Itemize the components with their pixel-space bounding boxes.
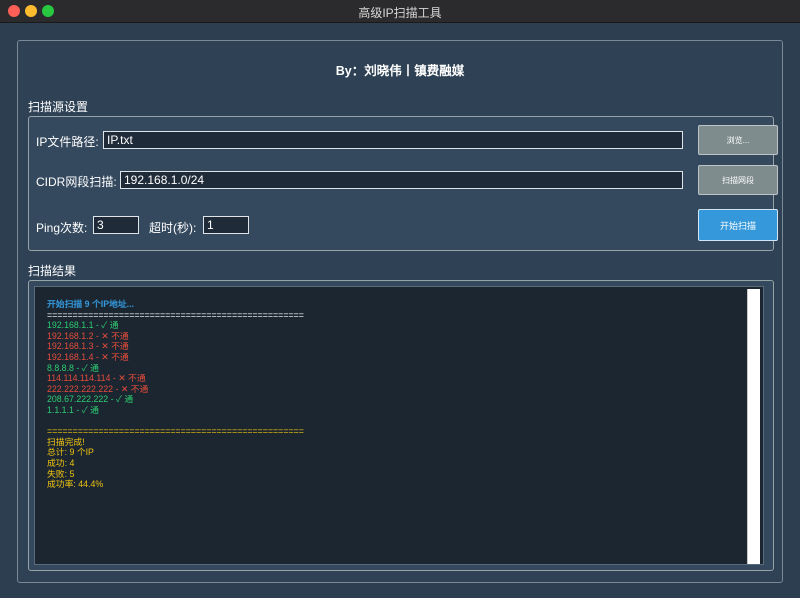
title-bar: 高级IP扫描工具 [0,0,800,23]
ip-file-input[interactable]: IP.txt [103,131,683,149]
log-line: 8.8.8.8 - ✓ 通 [47,362,99,373]
log-line: 114.114.114.114 - ✕ 不通 [47,373,146,384]
log-line: 总计: 9 个IP [47,447,94,458]
log-line: 192.168.1.3 - ✕ 不通 [47,341,129,352]
ip-file-label: IP文件路径: [36,135,99,149]
ping-count-label: Ping次数: [36,221,88,235]
log-line: 192.168.1.4 - ✕ 不通 [47,351,129,362]
log-line: 成功: 4 [47,457,75,468]
author-label: By：刘晓伟丨镇费融媒 [335,64,465,78]
main-panel: By：刘晓伟丨镇费融媒 扫描源设置 IP文件路径: IP.txt 浏览... C… [17,40,783,583]
app-window: By：刘晓伟丨镇费融媒 扫描源设置 IP文件路径: IP.txt 浏览... C… [0,23,800,598]
log-line: 208.67.222.222 - ✓ 通 [47,394,134,405]
results-log[interactable]: 开始扫描 9 个IP地址... =========================… [34,286,764,565]
log-line: 开始扫描 9 个IP地址... [47,299,135,309]
ping-count-input[interactable]: 3 [93,216,139,234]
scan-results-section-label: 扫描结果 [28,264,77,278]
log-line: 失败: 5 [47,468,75,479]
scan-range-button[interactable]: 扫描网段 [698,165,778,195]
log-line: 成功率: 44.4% [47,479,104,490]
log-line: ========================================… [47,426,304,437]
log-lines: 开始扫描 9 个IP地址... =========================… [47,299,304,490]
log-line: 扫描完成! [47,436,85,447]
scan-source-group: IP文件路径: IP.txt 浏览... CIDR网段扫描: 192.168.1… [28,116,778,251]
log-line: ========================================… [47,309,304,320]
log-scrollbar[interactable] [747,289,760,564]
timeout-input[interactable]: 1 [203,216,249,234]
log-line: 192.168.1.2 - ✕ 不通 [47,330,129,341]
cidr-input[interactable]: 192.168.1.0/24 [120,171,683,189]
scan-results-group: 开始扫描 9 个IP地址... =========================… [28,280,774,571]
timeout-label: 超时(秒): [149,221,197,235]
start-scan-button[interactable]: 开始扫描 [698,209,778,241]
scan-source-section-label: 扫描源设置 [28,100,89,114]
log-line: 192.168.1.1 - ✓ 通 [47,320,119,331]
browse-button[interactable]: 浏览... [698,125,778,155]
log-line: 1.1.1.1 - ✓ 通 [47,404,99,415]
window-title: 高级IP扫描工具 [358,6,442,20]
log-line: 222.222.222.222 - ✕ 不通 [47,383,149,394]
cidr-label: CIDR网段扫描: [36,175,117,189]
